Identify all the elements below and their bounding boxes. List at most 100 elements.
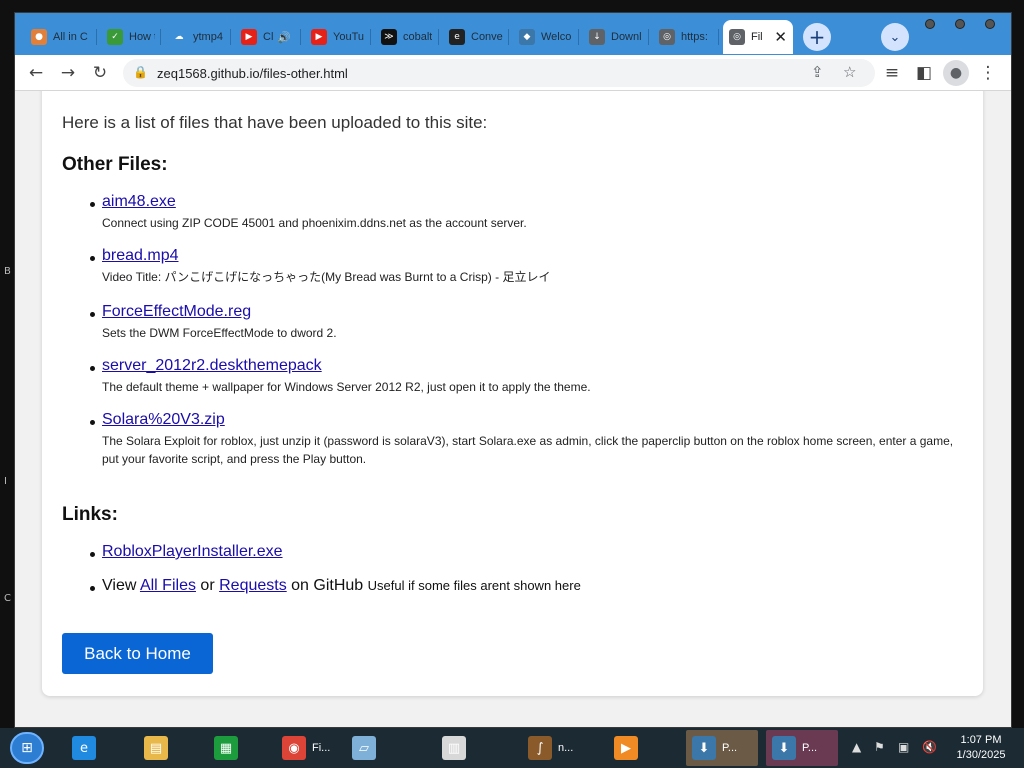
address-bar[interactable]: 🔒 zeq1568.github.io/files-other.html ⇪ ☆: [123, 59, 875, 87]
taskbar-app-button[interactable]: ⬇ P...: [686, 730, 758, 766]
installer-icon: ⬇: [772, 736, 796, 760]
registry-icon: ▥: [442, 736, 466, 760]
browser-tab[interactable]: ✓ How t: [101, 20, 161, 54]
chrome-icon: ◉: [282, 736, 306, 760]
browser-tab[interactable]: ☁ ytmp4: [165, 20, 231, 54]
view-text: View: [102, 577, 137, 594]
list-bullet: [90, 586, 95, 591]
taskbar-app-button[interactable]: ▤: [138, 730, 198, 766]
new-tab-button[interactable]: +: [803, 23, 831, 51]
taskbar-app-button[interactable]: ▶: [608, 730, 674, 766]
bookmark-star-icon[interactable]: ☆: [843, 63, 856, 81]
reading-list-button[interactable]: ≡: [879, 60, 905, 86]
page-viewport[interactable]: Here is a list of files that have been u…: [15, 91, 1011, 727]
tab-search-button[interactable]: ⌄: [881, 23, 909, 51]
browser-tab[interactable]: e Conve: [443, 20, 509, 54]
taskbar-app-button[interactable]: ▱: [346, 730, 426, 766]
side-panel-icon: ◧: [915, 63, 933, 83]
reload-button[interactable]: ↻: [87, 60, 113, 86]
arrow-left-icon: ←: [28, 63, 44, 83]
taskbar-app-button[interactable]: ∫ n...: [522, 730, 602, 766]
desktop-icon-label: B: [4, 266, 11, 277]
clock[interactable]: 1:07 PM 1/30/2025: [950, 733, 1012, 763]
taskbar-app-button[interactable]: ▥: [436, 730, 516, 766]
taskbar-app-button[interactable]: ◉ Fi...: [276, 730, 342, 766]
browser-tab[interactable]: ◎ https:: [653, 20, 719, 54]
tab-strip: ● All in C ✓ How t ☁ ytmp4 ▶ Cl 🔊 ▶ YouTu ≫ cobalt e C…: [15, 13, 1011, 55]
taskbar-app-button[interactable]: ▦: [208, 730, 268, 766]
python-icon: ◆: [519, 29, 535, 45]
file-link[interactable]: bread.mp4: [102, 247, 179, 265]
tab-separator: [96, 29, 97, 45]
taskbar-app-button[interactable]: e: [66, 730, 126, 766]
lock-icon: 🔒: [133, 65, 148, 79]
tab-label: Welco: [541, 31, 572, 43]
file-link[interactable]: ForceEffectMode.reg: [102, 303, 251, 321]
close-icon[interactable]: ✕: [774, 28, 787, 46]
minimize-button[interactable]: [925, 19, 935, 29]
content-card: Here is a list of files that have been u…: [42, 91, 983, 696]
tab-label: https:: [681, 31, 708, 43]
tab-active[interactable]: ◎ Fil ✕: [723, 20, 793, 54]
file-link[interactable]: server_2012r2.deskthemepack: [102, 357, 322, 375]
list-bullet: [90, 312, 95, 317]
forward-button[interactable]: →: [55, 60, 81, 86]
file-explorer-icon: ▤: [144, 736, 168, 760]
plus-icon: +: [808, 25, 826, 49]
browser-tab[interactable]: ▶ Cl 🔊: [235, 20, 301, 54]
requests-link[interactable]: Requests: [219, 577, 287, 594]
taskbar-app-label: Fi...: [312, 742, 331, 754]
tab-separator: [718, 29, 719, 45]
other-files-heading: Other Files:: [62, 154, 168, 175]
roblox-installer-link[interactable]: RobloxPlayerInstaller.exe: [102, 543, 283, 561]
browser-window: ● All in C ✓ How t ☁ ytmp4 ▶ Cl 🔊 ▶ YouTu ≫ cobalt e C…: [14, 12, 1012, 728]
back-button[interactable]: ←: [23, 60, 49, 86]
maximize-button[interactable]: [955, 19, 965, 29]
browser-tab[interactable]: ◆ Welco: [513, 20, 579, 54]
or-text: or: [200, 577, 215, 594]
profile-button[interactable]: ●: [943, 60, 969, 86]
taskbar: ⊞ e ▤ ▦ ◉ Fi... ▱ ▥ ∫ n... ▶ ⬇ P... ⬇ P... ▲ ⚑ ▣ 🔇 1:…: [0, 728, 1024, 768]
chevron-down-icon: ⌄: [889, 29, 901, 45]
ez-converter-icon: e: [449, 29, 465, 45]
taskbar-app-button[interactable]: ⬇ P...: [766, 730, 838, 766]
youtube-shorts-icon: ▶: [311, 29, 327, 45]
speaker-icon[interactable]: 🔊: [277, 31, 291, 44]
person-icon: ●: [949, 65, 963, 81]
back-to-home-button[interactable]: Back to Home: [62, 633, 213, 674]
browser-tab[interactable]: ↓ Downl: [583, 20, 649, 54]
paint-icon: ∫: [528, 736, 552, 760]
all-files-link[interactable]: All Files: [140, 577, 196, 594]
tab-label: YouTu: [333, 31, 364, 43]
share-icon[interactable]: ⇪: [811, 63, 824, 81]
browser-tab[interactable]: ▶ YouTu: [305, 20, 371, 54]
file-link[interactable]: Solara%20V3.zip: [102, 411, 225, 429]
file-description: The default theme + wallpaper for Window…: [102, 380, 591, 394]
browser-tab[interactable]: ● All in C: [25, 20, 97, 54]
close-window-button[interactable]: [985, 19, 995, 29]
tab-label: ytmp4: [193, 31, 223, 43]
list-bullet: [90, 256, 95, 261]
store-icon: ▦: [214, 736, 238, 760]
github-links-row: View All Files or Requests on GitHub Use…: [102, 577, 581, 595]
url-text[interactable]: zeq1568.github.io/files-other.html: [157, 66, 348, 81]
start-button[interactable]: ⊞: [10, 732, 44, 764]
list-bullet: [90, 552, 95, 557]
volume-muted-icon[interactable]: 🔇: [922, 740, 937, 754]
browser-tab[interactable]: ≫ cobalt: [375, 20, 439, 54]
internet-explorer-icon: e: [72, 736, 96, 760]
list-bullet: [90, 366, 95, 371]
flag-icon[interactable]: ⚑: [874, 740, 885, 754]
on-github-text: on GitHub: [291, 577, 364, 594]
side-panel-button[interactable]: ◧: [911, 60, 937, 86]
network-icon[interactable]: ▣: [898, 740, 909, 754]
menu-button[interactable]: ⋮: [975, 60, 1001, 86]
taskbar-app-label: P...: [722, 742, 738, 754]
taskbar-app-label: P...: [802, 742, 818, 754]
globe-icon: ◎: [729, 29, 745, 45]
generic-orange-icon: ●: [31, 29, 47, 45]
reading-list-icon: ≡: [884, 63, 900, 83]
globe-icon: ◎: [659, 29, 675, 45]
show-hidden-icons-button[interactable]: ▲: [852, 740, 861, 754]
file-link[interactable]: aim48.exe: [102, 193, 176, 211]
